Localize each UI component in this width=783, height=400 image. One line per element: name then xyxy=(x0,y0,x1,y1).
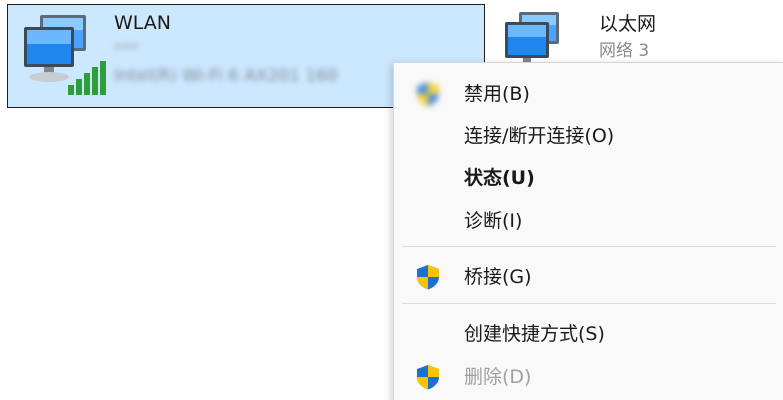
menu-separator xyxy=(402,303,776,304)
shield-icon xyxy=(417,82,439,107)
adapter-network-name: *** xyxy=(114,40,140,60)
menu-separator xyxy=(402,246,776,247)
adapter-ethernet[interactable]: 以太网 网络 3 xyxy=(497,4,783,71)
menu-item-bridge[interactable]: 桥接(G) xyxy=(394,257,783,297)
menu-item-disable[interactable]: 禁用(B) xyxy=(394,74,783,114)
menu-item-label: 禁用(B) xyxy=(464,83,530,105)
wireless-network-adapter-icon xyxy=(24,15,106,95)
menu-item-delete[interactable]: 删除(D) xyxy=(394,357,783,397)
adapter-wlan-text: WLAN *** Intel(R) Wi-Fi 6 AX201 160 xyxy=(114,9,338,89)
menu-item-label: 桥接(G) xyxy=(464,266,532,288)
shield-icon xyxy=(417,265,439,290)
menu-item-label: 连接/断开连接(O) xyxy=(464,125,615,147)
adapter-device-name: Intel(R) Wi-Fi 6 AX201 160 xyxy=(114,66,338,86)
context-menu: 禁用(B) 连接/断开连接(O) 状态(U) 诊断(I) 桥接(G) 创建快捷方… xyxy=(393,62,783,400)
menu-item-create-shortcut[interactable]: 创建快捷方式(S) xyxy=(394,314,783,354)
menu-item-label: 诊断(I) xyxy=(464,210,523,232)
adapter-name: WLAN xyxy=(114,12,172,34)
menu-item-status[interactable]: 状态(U) xyxy=(394,158,783,198)
shield-icon xyxy=(417,365,439,390)
adapter-network-name: 网络 3 xyxy=(599,41,650,61)
menu-item-label: 创建快捷方式(S) xyxy=(464,323,605,345)
menu-item-connect-disconnect[interactable]: 连接/断开连接(O) xyxy=(394,116,783,156)
adapter-ethernet-text: 以太网 网络 3 xyxy=(599,10,656,64)
adapter-name: 以太网 xyxy=(599,13,657,35)
menu-item-label: 状态(U) xyxy=(464,167,535,189)
menu-item-label: 删除(D) xyxy=(464,366,532,388)
menu-item-diagnose[interactable]: 诊断(I) xyxy=(394,201,783,241)
network-connections-window: WLAN *** Intel(R) Wi-Fi 6 AX201 160 以太网 … xyxy=(0,0,783,400)
